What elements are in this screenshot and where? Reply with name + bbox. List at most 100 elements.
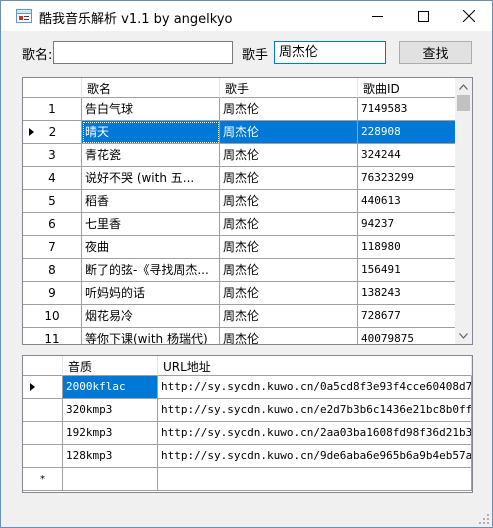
song-name-cell[interactable]: 七里香 (82, 213, 220, 236)
url-cell[interactable]: http://sy.sycdn.kuwo.cn/e2d7b3b6c1436e21… (158, 399, 472, 422)
table-row[interactable]: 10 烟花易冷 周杰伦 728677 (23, 305, 456, 328)
url-cell[interactable]: http://sy.sycdn.kuwo.cn/2aa03ba1608fd98f… (158, 422, 472, 445)
song-id-cell[interactable]: 76323299 (358, 167, 456, 190)
song-name-cell[interactable]: 烟花易冷 (82, 305, 220, 328)
quality-cell[interactable]: 320kmp3 (63, 399, 158, 422)
new-row-quality-cell[interactable] (63, 468, 158, 491)
table-row[interactable]: 9 听妈妈的话 周杰伦 138243 (23, 282, 456, 305)
close-button[interactable] (446, 1, 492, 31)
song-id-cell[interactable]: 40079875 (358, 328, 456, 344)
table-row[interactable]: 192kmp3 http://sy.sycdn.kuwo.cn/2aa03ba16… (23, 422, 472, 445)
url-cell[interactable]: http://sy.sycdn.kuwo.cn/0a5cd8f3e93f4cce… (158, 376, 472, 399)
singer-cell[interactable]: 周杰伦 (220, 121, 358, 144)
song-id-cell[interactable]: 156491 (358, 259, 456, 282)
maximize-button[interactable] (400, 1, 446, 31)
row-number: 5 (48, 194, 56, 208)
scroll-down-button[interactable] (455, 327, 472, 344)
table-row[interactable]: 4 说好不哭 (with 五... 周杰伦 76323299 (23, 167, 456, 190)
quality-cell[interactable]: 128kmp3 (63, 445, 158, 468)
search-button[interactable]: 查找 (399, 41, 472, 64)
column-header-song-name[interactable]: 歌名 (82, 78, 220, 98)
scroll-up-button[interactable] (455, 78, 472, 95)
quality-cell[interactable]: 192kmp3 (63, 422, 158, 445)
song-name-cell[interactable]: 断了的弦-《寻找周杰... (82, 259, 220, 282)
row-header[interactable]: 10 (23, 305, 82, 328)
songs-grid[interactable]: 歌名 歌手 歌曲ID 1 告白气球 周杰伦 7149583 2 晴天 周杰伦 228908 3 青… (22, 77, 473, 345)
url-cell[interactable]: http://sy.sycdn.kuwo.cn/9de6aba6e965b6a9… (158, 445, 472, 468)
singer-cell[interactable]: 周杰伦 (220, 190, 358, 213)
row-header[interactable]: 2 (23, 121, 82, 144)
column-header-quality[interactable]: 音质 (63, 356, 158, 376)
row-header[interactable]: 3 (23, 144, 82, 167)
song-name-cell[interactable]: 夜曲 (82, 236, 220, 259)
row-header[interactable]: 8 (23, 259, 82, 282)
quality-cell[interactable]: 2000kflac (63, 376, 158, 399)
row-header[interactable] (23, 399, 63, 422)
songs-vertical-scrollbar[interactable] (455, 78, 472, 344)
current-row-icon (29, 128, 34, 136)
song-name-cell[interactable]: 等你下课(with 杨瑞代) (82, 328, 220, 344)
table-row[interactable]: 2000kflac http://sy.sycdn.kuwo.cn/0a5cd8f… (23, 376, 472, 399)
singer-cell[interactable]: 周杰伦 (220, 167, 358, 190)
title-bar[interactable]: 酷我音乐解析 v1.1 by angelkyo (1, 1, 492, 31)
singer-cell[interactable]: 周杰伦 (220, 213, 358, 236)
song-name-cell[interactable]: 听妈妈的话 (82, 282, 220, 305)
chevron-down-icon (459, 332, 468, 339)
song-name-cell[interactable]: 稻香 (82, 190, 220, 213)
song-id-cell[interactable]: 728677 (358, 305, 456, 328)
row-header[interactable] (23, 376, 63, 399)
songs-row-header-corner (23, 78, 82, 98)
singer-input[interactable]: 周杰伦 (274, 41, 386, 64)
row-header[interactable]: 9 (23, 282, 82, 305)
song-name-cell[interactable]: 说好不哭 (with 五... (82, 167, 220, 190)
new-row-url-cell[interactable] (158, 468, 472, 491)
song-name-cell[interactable]: 告白气球 (82, 98, 220, 121)
column-header-url[interactable]: URL地址 (158, 356, 472, 376)
table-row[interactable]: 128kmp3 http://sy.sycdn.kuwo.cn/9de6aba6e… (23, 445, 472, 468)
song-name-cell[interactable]: 青花瓷 (82, 144, 220, 167)
song-id-cell[interactable]: 228908 (358, 121, 456, 144)
row-number: 2 (48, 125, 57, 139)
row-header[interactable]: 5 (23, 190, 82, 213)
singer-cell[interactable]: 周杰伦 (220, 144, 358, 167)
singer-cell[interactable]: 周杰伦 (220, 328, 358, 344)
table-row[interactable]: 6 七里香 周杰伦 94237 (23, 213, 456, 236)
minimize-button[interactable] (354, 1, 400, 31)
row-header[interactable]: 1 (23, 98, 82, 121)
scroll-thumb[interactable] (457, 95, 470, 111)
song-name-input[interactable] (53, 41, 233, 64)
row-header[interactable]: 11 (23, 328, 82, 344)
row-header[interactable]: 7 (23, 236, 82, 259)
song-id-cell[interactable]: 118980 (358, 236, 456, 259)
singer-cell[interactable]: 周杰伦 (220, 259, 358, 282)
row-number: 4 (48, 171, 56, 185)
app-icon (16, 9, 32, 23)
table-row[interactable]: 2 晴天 周杰伦 228908 (23, 121, 456, 144)
singer-cell[interactable]: 周杰伦 (220, 98, 358, 121)
row-header[interactable]: 4 (23, 167, 82, 190)
song-id-cell[interactable]: 7149583 (358, 98, 456, 121)
table-row[interactable]: 11 等你下课(with 杨瑞代) 周杰伦 40079875 (23, 328, 456, 344)
singer-cell[interactable]: 周杰伦 (220, 282, 358, 305)
row-header[interactable] (23, 445, 63, 468)
new-row[interactable]: * (23, 468, 472, 491)
row-header[interactable] (23, 422, 63, 445)
table-row[interactable]: 7 夜曲 周杰伦 118980 (23, 236, 456, 259)
song-id-cell[interactable]: 94237 (358, 213, 456, 236)
singer-cell[interactable]: 周杰伦 (220, 236, 358, 259)
song-id-cell[interactable]: 324244 (358, 144, 456, 167)
table-row[interactable]: 5 稻香 周杰伦 440613 (23, 190, 456, 213)
table-row[interactable]: 320kmp3 http://sy.sycdn.kuwo.cn/e2d7b3b6c… (23, 399, 472, 422)
urls-grid[interactable]: 音质 URL地址 2000kflac http://sy.sycdn.kuwo.c… (22, 355, 473, 493)
song-id-cell[interactable]: 440613 (358, 190, 456, 213)
song-name-cell[interactable]: 晴天 (82, 121, 220, 144)
table-row[interactable]: 1 告白气球 周杰伦 7149583 (23, 98, 456, 121)
table-row[interactable]: 3 青花瓷 周杰伦 324244 (23, 144, 456, 167)
row-header[interactable]: 6 (23, 213, 82, 236)
song-id-cell[interactable]: 138243 (358, 282, 456, 305)
table-row[interactable]: 8 断了的弦-《寻找周杰... 周杰伦 156491 (23, 259, 456, 282)
singer-cell[interactable]: 周杰伦 (220, 305, 358, 328)
column-header-singer[interactable]: 歌手 (220, 78, 358, 98)
column-header-song-id[interactable]: 歌曲ID (358, 78, 456, 98)
resize-grip[interactable] (478, 513, 490, 525)
